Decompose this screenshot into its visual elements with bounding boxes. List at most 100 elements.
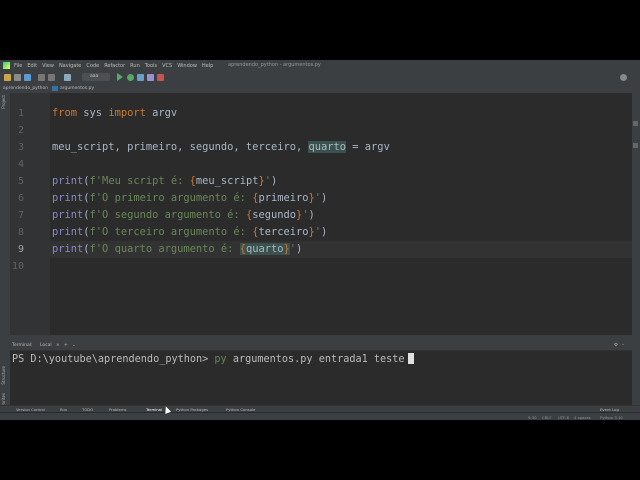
- builtin-function: print: [52, 243, 84, 255]
- terminal-tab-close-icon[interactable]: ×: [56, 343, 60, 348]
- line-number: 6: [17, 193, 24, 204]
- terminal-prompt: PS D:\youtube\aprendendo_python>: [12, 354, 215, 365]
- string-literal: f'O quarto argumento é:: [89, 243, 240, 255]
- search-everywhere-icon[interactable]: [620, 74, 627, 81]
- open-folder-icon[interactable]: [4, 74, 11, 81]
- code-line-3: meu_script, primeiro, segundo, terceiro,…: [52, 139, 390, 156]
- new-terminal-tab-icon[interactable]: +: [64, 343, 68, 348]
- coverage-icon[interactable]: [137, 74, 144, 81]
- builtin-function: print: [52, 192, 84, 204]
- terminal-hide-icon[interactable]: –: [622, 343, 624, 348]
- save-icon[interactable]: [14, 74, 21, 81]
- run-config-selector[interactable]: aaa: [82, 73, 110, 81]
- window-title: aprendendo_python - argumentos.py: [228, 62, 321, 68]
- identifier-highlight: quarto: [308, 141, 347, 153]
- line-number: 4: [17, 159, 24, 170]
- builtin-function: print: [52, 175, 84, 187]
- structure-tool-tab[interactable]: Structure: [1, 366, 6, 385]
- fstring-variable: segundo: [252, 209, 297, 221]
- keyword: import: [108, 107, 146, 119]
- line-number: 8: [17, 227, 24, 238]
- terminal-tab-local[interactable]: Local: [40, 343, 52, 348]
- breadcrumb-project[interactable]: aprendendo_python: [3, 86, 48, 91]
- builtin-function: print: [52, 209, 84, 221]
- panel-splitter[interactable]: [10, 335, 632, 342]
- code-line-5: print(f'Meu script é: {meu_script}'): [52, 173, 277, 190]
- line-number: 2: [17, 125, 24, 136]
- terminal-command-line[interactable]: PS D:\youtube\aprendendo_python> py argu…: [12, 353, 414, 365]
- terminal-cursor: [407, 353, 414, 364]
- menu-run[interactable]: Run: [130, 63, 140, 69]
- code-text: meu_script, primeiro, segundo, terceiro,: [52, 141, 309, 153]
- string-literal: f'O terceiro argumento é:: [89, 226, 253, 238]
- code-line-6: print(f'O primeiro argumento é: {primeir…: [52, 190, 327, 207]
- line-number: 7: [17, 210, 24, 221]
- menu-tools[interactable]: Tools: [145, 63, 157, 69]
- code-line-7: print(f'O segundo argumento é: {segundo}…: [52, 207, 315, 224]
- menu-vcs[interactable]: VCS: [162, 63, 172, 69]
- project-tool-tab[interactable]: Project: [1, 95, 6, 109]
- paren: ): [321, 226, 328, 238]
- pycharm-window: File Edit View Navigate Code Refactor Ru…: [0, 60, 640, 420]
- menu-window[interactable]: Window: [177, 63, 197, 69]
- main-toolbar: aaa: [0, 71, 640, 85]
- string-literal: f'Meu script é:: [89, 175, 190, 187]
- paren: ): [296, 243, 303, 255]
- menu-refactor[interactable]: Refactor: [104, 63, 125, 69]
- debug-icon[interactable]: [127, 74, 134, 81]
- right-tool-strip: [632, 71, 640, 405]
- code-text: = argv: [346, 141, 390, 153]
- notifications-icon[interactable]: [633, 121, 638, 126]
- sync-icon[interactable]: [24, 74, 31, 81]
- code-text: sys: [77, 107, 109, 119]
- python-interpreter[interactable]: Python 3.10: [600, 415, 623, 420]
- menu-help[interactable]: Help: [202, 63, 213, 69]
- line-number-active: 9: [17, 244, 24, 255]
- builtin-function: print: [52, 226, 84, 238]
- code-line-8: print(f'O terceiro argumento é: {terceir…: [52, 224, 327, 241]
- menu-navigate[interactable]: Navigate: [59, 63, 81, 69]
- menu-edit[interactable]: Edit: [27, 63, 37, 69]
- terminal-tab-bar: Terminal: Local × + ⌄ ⚙ –: [10, 342, 632, 351]
- line-number: 10: [11, 261, 24, 272]
- code-line-9: print(f'O quarto argumento é: {quarto}'): [52, 241, 302, 258]
- paren: ): [308, 209, 315, 221]
- terminal-panel-label: Terminal:: [12, 343, 33, 348]
- menu-view[interactable]: View: [42, 63, 54, 69]
- line-number: 5: [17, 176, 24, 187]
- paren: ): [321, 192, 328, 204]
- indent-setting[interactable]: 4 spaces: [574, 415, 591, 420]
- code-text: argv: [145, 107, 178, 119]
- back-icon[interactable]: [38, 74, 45, 81]
- terminal-arguments: argumentos.py entrada1 teste: [226, 354, 405, 365]
- database-icon[interactable]: [633, 143, 638, 148]
- terminal-tabs-dropdown-icon[interactable]: ⌄: [72, 343, 76, 348]
- line-separator[interactable]: CRLF: [542, 415, 552, 420]
- profile-icon[interactable]: [147, 74, 154, 81]
- python-file-icon: [52, 86, 58, 91]
- stop-icon[interactable]: [157, 74, 164, 81]
- keyword: from: [52, 107, 78, 119]
- fstring-variable: primeiro: [258, 192, 309, 204]
- terminal-command: py: [214, 354, 227, 365]
- forward-icon[interactable]: [48, 74, 55, 81]
- line-number-gutter: 1 2 3 4 5 6 7 8 9 10: [10, 93, 50, 335]
- code-line-1: from sys import argv: [52, 105, 177, 122]
- fstring-variable-highlight: quarto: [245, 243, 284, 255]
- fstring-variable: meu_script: [195, 175, 259, 187]
- pycharm-logo-icon: [3, 62, 10, 69]
- fstring-variable: terceiro: [258, 226, 309, 238]
- terminal-settings-icon[interactable]: ⚙: [614, 343, 618, 348]
- terminal-panel[interactable]: PS D:\youtube\aprendendo_python> py argu…: [10, 351, 632, 405]
- file-encoding[interactable]: UTF-8: [558, 415, 569, 420]
- cursor-position[interactable]: 9:30: [528, 415, 537, 420]
- menu-code[interactable]: Code: [86, 63, 99, 69]
- string-literal: f'O primeiro argumento é:: [89, 192, 253, 204]
- build-icon[interactable]: [64, 74, 71, 81]
- menu-file[interactable]: File: [14, 63, 22, 69]
- breadcrumb-file[interactable]: argumentos.py: [60, 86, 94, 91]
- paren: ): [271, 175, 278, 187]
- string-literal: f'O segundo argumento é:: [89, 209, 246, 221]
- code-editor[interactable]: 1 2 3 4 5 6 7 8 9 10 from sys import arg…: [10, 93, 632, 335]
- run-icon[interactable]: [117, 73, 123, 81]
